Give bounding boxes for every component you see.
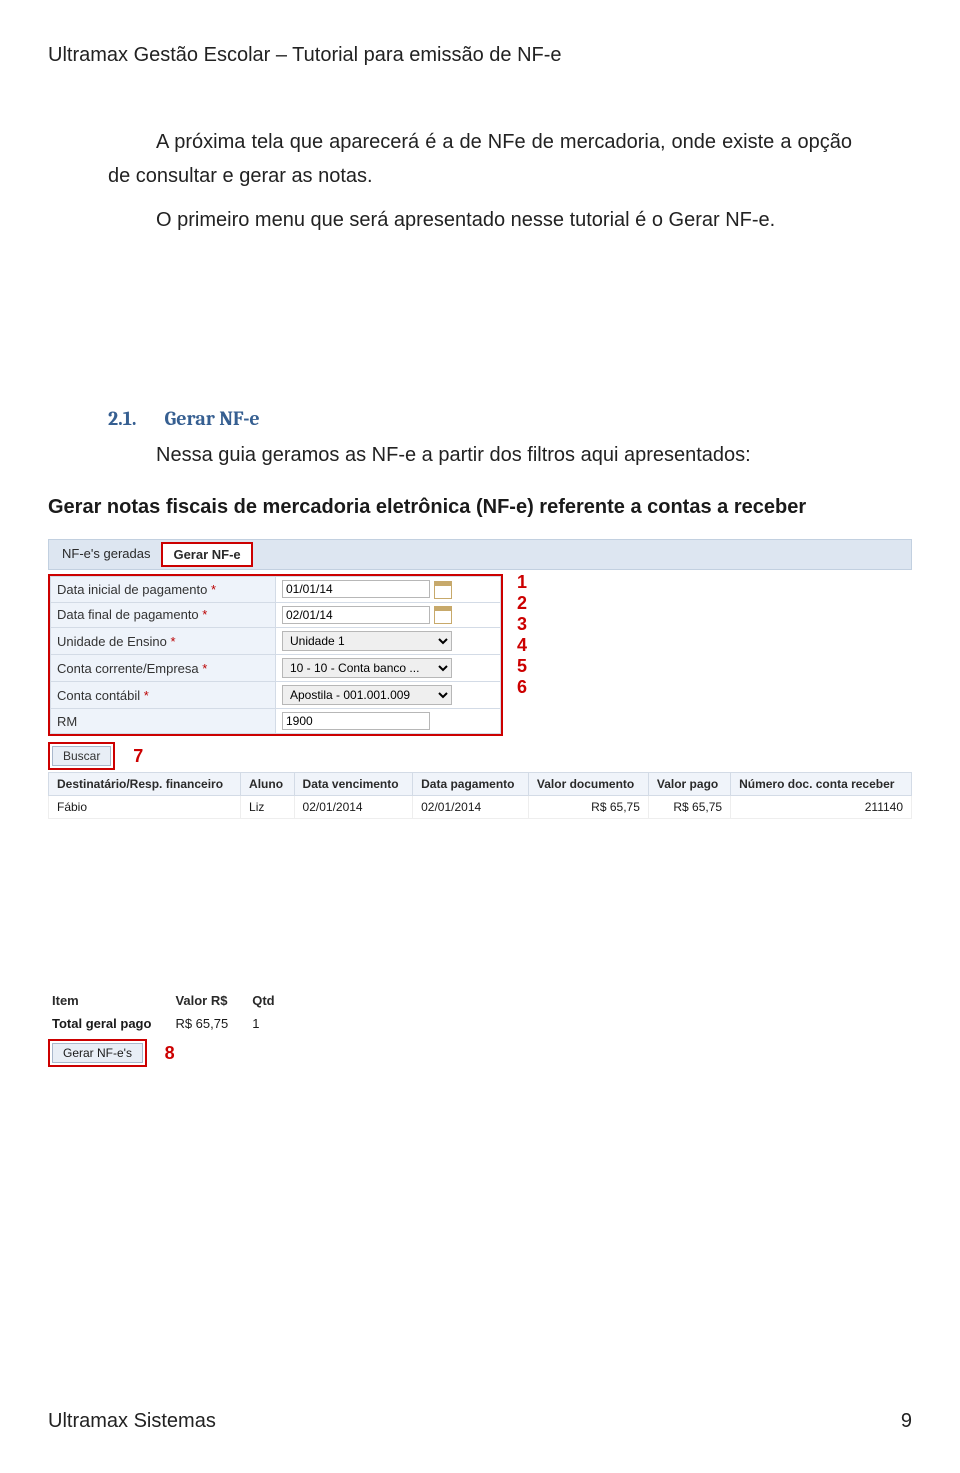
select-unidade[interactable]: Unidade 1 [282, 631, 452, 651]
table-row[interactable]: Fábio Liz 02/01/2014 02/01/2014 R$ 65,75… [49, 796, 912, 819]
col-pagamento: Data pagamento [413, 773, 529, 796]
annot-5: 5 [517, 656, 527, 677]
col-destinatario: Destinatário/Resp. financeiro [49, 773, 241, 796]
section-number: 2.1. [108, 407, 137, 430]
cell-numero-doc: 211140 [731, 796, 912, 819]
annot-7: 7 [133, 746, 143, 767]
cell-pagamento: 02/01/2014 [413, 796, 529, 819]
label-conta-contabil: Conta contábil * [51, 682, 276, 709]
input-rm[interactable] [282, 712, 430, 730]
cell-valor-pago: R$ 65,75 [648, 796, 730, 819]
row-rm: RM [51, 709, 501, 734]
col-valor-pago: Valor pago [648, 773, 730, 796]
totals-qtd: 1 [248, 1012, 294, 1035]
footer-left: Ultramax Sistemas [48, 1410, 216, 1433]
totals-col-valor: Valor R$ [171, 989, 248, 1012]
paragraph-2: O primeiro menu que será apresentado nes… [108, 203, 852, 237]
cell-aluno: Liz [241, 796, 295, 819]
annot-2: 2 [517, 593, 527, 614]
cell-destinatario: Fábio [49, 796, 241, 819]
totals-col-qtd: Qtd [248, 989, 294, 1012]
section-body: Nessa guia geramos as NF-e a partir dos … [48, 438, 912, 472]
row-conta-corrente: Conta corrente/Empresa * 10 - 10 - Conta… [51, 655, 501, 682]
totals-block: Item Valor R$ Qtd Total geral pago R$ 65… [48, 989, 912, 1067]
paragraph-1: A próxima tela que aparecerá é a de NFe … [108, 125, 852, 193]
tab-gerar-nfe[interactable]: Gerar NF-e [161, 542, 252, 567]
cell-valor-doc: R$ 65,75 [528, 796, 648, 819]
label-unidade: Unidade de Ensino * [51, 628, 276, 655]
page-header: Ultramax Gestão Escolar – Tutorial para … [48, 44, 912, 67]
select-conta-corrente[interactable]: 10 - 10 - Conta banco ... [282, 658, 452, 678]
row-conta-contabil: Conta contábil * Apostila - 001.001.009 [51, 682, 501, 709]
filter-form: Data inicial de pagamento * Data final d… [48, 574, 503, 736]
col-numero-doc: Número doc. conta receber [731, 773, 912, 796]
input-data-inicial[interactable] [282, 580, 430, 598]
row-data-final: Data final de pagamento * [51, 602, 501, 628]
results-grid: Destinatário/Resp. financeiro Aluno Data… [48, 772, 912, 819]
label-data-final: Data final de pagamento * [51, 602, 276, 628]
annot-3: 3 [517, 614, 527, 635]
cell-vencimento: 02/01/2014 [294, 796, 413, 819]
col-valor-doc: Valor documento [528, 773, 648, 796]
row-data-inicial: Data inicial de pagamento * [51, 577, 501, 603]
totals-col-item: Item [48, 989, 171, 1012]
label-data-inicial: Data inicial de pagamento * [51, 577, 276, 603]
annot-4: 4 [517, 635, 527, 656]
select-conta-contabil[interactable]: Apostila - 001.001.009 [282, 685, 452, 705]
label-rm: RM [51, 709, 276, 734]
gerar-nfes-wrap: Gerar NF-e's [48, 1039, 147, 1067]
col-vencimento: Data vencimento [294, 773, 413, 796]
totals-valor: R$ 65,75 [171, 1012, 248, 1035]
section-title: Gerar NF-e [165, 407, 260, 430]
calendar-icon[interactable] [434, 606, 452, 624]
col-aluno: Aluno [241, 773, 295, 796]
input-data-final[interactable] [282, 606, 430, 624]
label-conta-corrente: Conta corrente/Empresa * [51, 655, 276, 682]
buscar-button[interactable]: Buscar [52, 746, 111, 766]
annot-8: 8 [165, 1043, 175, 1064]
shot-title: Gerar notas fiscais de mercadoria eletrô… [48, 496, 912, 519]
calendar-icon[interactable] [434, 581, 452, 599]
tab-nfes-geradas[interactable]: NF-e's geradas [51, 542, 161, 567]
buscar-button-wrap: Buscar [48, 742, 115, 770]
annot-6: 6 [517, 677, 527, 698]
row-unidade: Unidade de Ensino * Unidade 1 [51, 628, 501, 655]
body-text: A próxima tela que aparecerá é a de NFe … [48, 125, 912, 237]
gerar-nfes-button[interactable]: Gerar NF-e's [52, 1043, 143, 1063]
totals-label: Total geral pago [48, 1012, 171, 1035]
footer-page-number: 9 [901, 1410, 912, 1433]
annot-1: 1 [517, 572, 527, 593]
tab-bar: NF-e's geradas Gerar NF-e [48, 539, 912, 570]
